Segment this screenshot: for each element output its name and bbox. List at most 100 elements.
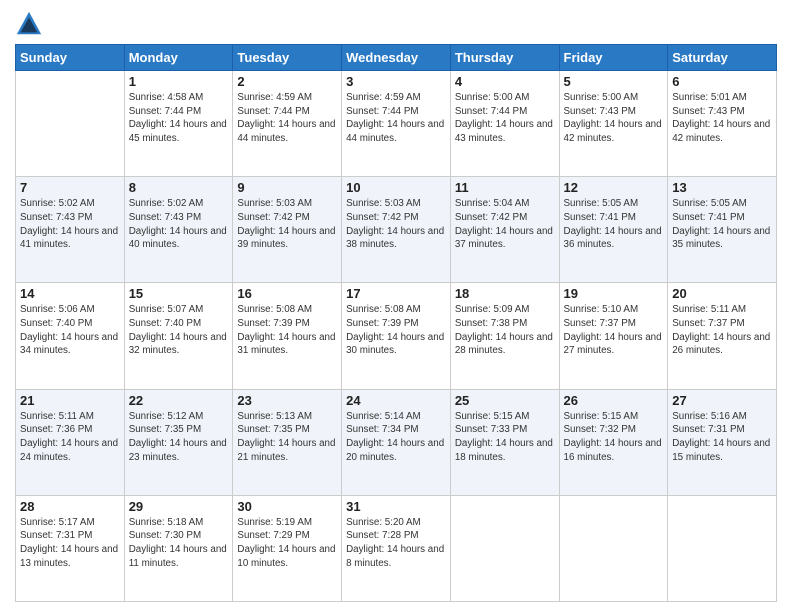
logo: [15, 10, 47, 38]
cell-day-number: 18: [455, 286, 555, 301]
calendar-week-5: 28 Sunrise: 5:17 AMSunset: 7:31 PMDayligh…: [16, 495, 777, 601]
cell-day-number: 14: [20, 286, 120, 301]
cell-info: Sunrise: 5:08 AMSunset: 7:39 PMDaylight:…: [237, 303, 337, 358]
cell-day-number: 29: [129, 499, 229, 514]
cell-day-number: 16: [237, 286, 337, 301]
cell-info: Sunrise: 5:06 AMSunset: 7:40 PMDaylight:…: [20, 303, 120, 358]
calendar-cell: 18 Sunrise: 5:09 AMSunset: 7:38 PMDayligh…: [450, 283, 559, 389]
calendar-cell: 6Sunrise: 5:01 AMSunset: 7:43 PMDaylight…: [668, 71, 777, 177]
cell-info: Sunrise: 5:02 AMSunset: 7:43 PMDaylight:…: [20, 197, 120, 252]
calendar-cell: 10 Sunrise: 5:03 AMSunset: 7:42 PMDayligh…: [342, 177, 451, 283]
calendar-cell: 2 Sunrise: 4:59 AMSunset: 7:44 PMDaylight…: [233, 71, 342, 177]
cell-day-number: 4: [455, 74, 555, 89]
calendar-cell: 27 Sunrise: 5:16 AMSunset: 7:31 PMDayligh…: [668, 389, 777, 495]
cell-info: Sunrise: 5:15 AMSunset: 7:33 PMDaylight:…: [455, 410, 555, 465]
cell-info: Sunrise: 5:14 AMSunset: 7:34 PMDaylight:…: [346, 410, 446, 465]
calendar-cell: 20 Sunrise: 5:11 AMSunset: 7:37 PMDayligh…: [668, 283, 777, 389]
cell-day-number: 26: [564, 393, 664, 408]
weekday-header-thursday: Thursday: [450, 45, 559, 71]
calendar-cell: 11Sunrise: 5:04 AMSunset: 7:42 PMDayligh…: [450, 177, 559, 283]
cell-day-number: 17: [346, 286, 446, 301]
weekday-header-wednesday: Wednesday: [342, 45, 451, 71]
cell-info: Sunrise: 5:16 AMSunset: 7:31 PMDaylight:…: [672, 410, 772, 465]
cell-info: Sunrise: 5:17 AMSunset: 7:31 PMDaylight:…: [20, 516, 120, 571]
cell-info: Sunrise: 5:03 AMSunset: 7:42 PMDaylight:…: [237, 197, 337, 252]
cell-info: Sunrise: 5:00 AMSunset: 7:43 PMDaylight:…: [564, 91, 664, 146]
calendar-cell: 5 Sunrise: 5:00 AMSunset: 7:43 PMDaylight…: [559, 71, 668, 177]
calendar-week-1: 1Sunrise: 4:58 AMSunset: 7:44 PMDaylight…: [16, 71, 777, 177]
calendar-body: 1Sunrise: 4:58 AMSunset: 7:44 PMDaylight…: [16, 71, 777, 602]
cell-info: Sunrise: 5:13 AMSunset: 7:35 PMDaylight:…: [237, 410, 337, 465]
weekday-header-tuesday: Tuesday: [233, 45, 342, 71]
cell-day-number: 21: [20, 393, 120, 408]
calendar-cell: [16, 71, 125, 177]
calendar-cell: 23 Sunrise: 5:13 AMSunset: 7:35 PMDayligh…: [233, 389, 342, 495]
calendar-cell: [559, 495, 668, 601]
page: SundayMondayTuesdayWednesdayThursdayFrid…: [0, 0, 792, 612]
cell-day-number: 25: [455, 393, 555, 408]
calendar-cell: 1Sunrise: 4:58 AMSunset: 7:44 PMDaylight…: [124, 71, 233, 177]
cell-day-number: 12: [564, 180, 664, 195]
cell-day-number: 13: [672, 180, 772, 195]
weekday-header-saturday: Saturday: [668, 45, 777, 71]
cell-day-number: 9: [237, 180, 337, 195]
calendar-cell: [668, 495, 777, 601]
cell-day-number: 2: [237, 74, 337, 89]
calendar-cell: 21 Sunrise: 5:11 AMSunset: 7:36 PMDayligh…: [16, 389, 125, 495]
cell-day-number: 3: [346, 74, 446, 89]
calendar-week-4: 21 Sunrise: 5:11 AMSunset: 7:36 PMDayligh…: [16, 389, 777, 495]
cell-day-number: 28: [20, 499, 120, 514]
cell-day-number: 27: [672, 393, 772, 408]
cell-info: Sunrise: 5:10 AMSunset: 7:37 PMDaylight:…: [564, 303, 664, 358]
cell-day-number: 5: [564, 74, 664, 89]
weekday-row: SundayMondayTuesdayWednesdayThursdayFrid…: [16, 45, 777, 71]
weekday-header-friday: Friday: [559, 45, 668, 71]
calendar-table: SundayMondayTuesdayWednesdayThursdayFrid…: [15, 44, 777, 602]
logo-icon: [15, 10, 43, 38]
cell-day-number: 20: [672, 286, 772, 301]
calendar-cell: 30Sunrise: 5:19 AMSunset: 7:29 PMDayligh…: [233, 495, 342, 601]
cell-info: Sunrise: 5:09 AMSunset: 7:38 PMDaylight:…: [455, 303, 555, 358]
calendar-cell: 12 Sunrise: 5:05 AMSunset: 7:41 PMDayligh…: [559, 177, 668, 283]
cell-day-number: 23: [237, 393, 337, 408]
calendar-cell: 13 Sunrise: 5:05 AMSunset: 7:41 PMDayligh…: [668, 177, 777, 283]
calendar-cell: 31Sunrise: 5:20 AMSunset: 7:28 PMDayligh…: [342, 495, 451, 601]
cell-info: Sunrise: 5:11 AMSunset: 7:37 PMDaylight:…: [672, 303, 772, 358]
calendar-cell: 29Sunrise: 5:18 AMSunset: 7:30 PMDayligh…: [124, 495, 233, 601]
cell-info: Sunrise: 5:15 AMSunset: 7:32 PMDaylight:…: [564, 410, 664, 465]
calendar-cell: 17 Sunrise: 5:08 AMSunset: 7:39 PMDayligh…: [342, 283, 451, 389]
calendar-header: SundayMondayTuesdayWednesdayThursdayFrid…: [16, 45, 777, 71]
calendar-cell: [450, 495, 559, 601]
cell-day-number: 7: [20, 180, 120, 195]
cell-info: Sunrise: 5:03 AMSunset: 7:42 PMDaylight:…: [346, 197, 446, 252]
cell-info: Sunrise: 5:05 AMSunset: 7:41 PMDaylight:…: [672, 197, 772, 252]
cell-info: Sunrise: 4:59 AMSunset: 7:44 PMDaylight:…: [237, 91, 337, 146]
calendar-cell: 15Sunrise: 5:07 AMSunset: 7:40 PMDayligh…: [124, 283, 233, 389]
cell-info: Sunrise: 5:08 AMSunset: 7:39 PMDaylight:…: [346, 303, 446, 358]
calendar-cell: 8 Sunrise: 5:02 AMSunset: 7:43 PMDaylight…: [124, 177, 233, 283]
cell-day-number: 11: [455, 180, 555, 195]
cell-day-number: 19: [564, 286, 664, 301]
cell-day-number: 31: [346, 499, 446, 514]
cell-day-number: 8: [129, 180, 229, 195]
cell-day-number: 22: [129, 393, 229, 408]
cell-info: Sunrise: 5:11 AMSunset: 7:36 PMDaylight:…: [20, 410, 120, 465]
cell-info: Sunrise: 5:00 AMSunset: 7:44 PMDaylight:…: [455, 91, 555, 146]
cell-day-number: 1: [129, 74, 229, 89]
calendar-week-3: 14 Sunrise: 5:06 AMSunset: 7:40 PMDayligh…: [16, 283, 777, 389]
calendar-cell: 14 Sunrise: 5:06 AMSunset: 7:40 PMDayligh…: [16, 283, 125, 389]
cell-day-number: 24: [346, 393, 446, 408]
cell-day-number: 15: [129, 286, 229, 301]
cell-info: Sunrise: 5:02 AMSunset: 7:43 PMDaylight:…: [129, 197, 229, 252]
calendar-cell: 28 Sunrise: 5:17 AMSunset: 7:31 PMDayligh…: [16, 495, 125, 601]
calendar-cell: 19 Sunrise: 5:10 AMSunset: 7:37 PMDayligh…: [559, 283, 668, 389]
calendar-cell: 24 Sunrise: 5:14 AMSunset: 7:34 PMDayligh…: [342, 389, 451, 495]
weekday-header-sunday: Sunday: [16, 45, 125, 71]
header: [15, 10, 777, 38]
cell-day-number: 10: [346, 180, 446, 195]
cell-info: Sunrise: 5:01 AMSunset: 7:43 PMDaylight:…: [672, 91, 772, 146]
cell-info: Sunrise: 4:59 AMSunset: 7:44 PMDaylight:…: [346, 91, 446, 146]
calendar-cell: 26 Sunrise: 5:15 AMSunset: 7:32 PMDayligh…: [559, 389, 668, 495]
calendar-cell: 25 Sunrise: 5:15 AMSunset: 7:33 PMDayligh…: [450, 389, 559, 495]
cell-info: Sunrise: 5:05 AMSunset: 7:41 PMDaylight:…: [564, 197, 664, 252]
